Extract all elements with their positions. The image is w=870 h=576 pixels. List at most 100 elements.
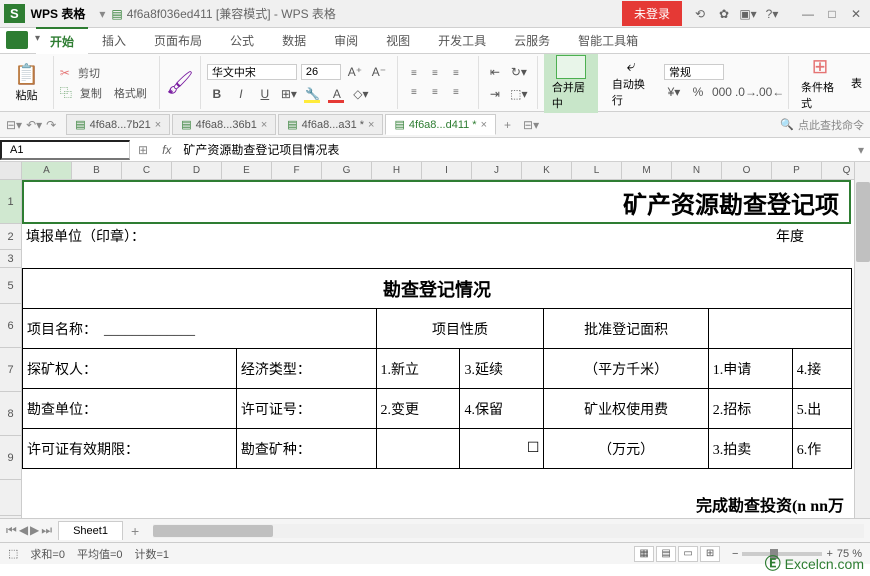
- bold-button[interactable]: B: [207, 84, 227, 104]
- nav-redo-icon[interactable]: ↷: [46, 118, 56, 132]
- dropdown-icon[interactable]: ▾: [93, 7, 111, 21]
- col-header[interactable]: J: [472, 162, 522, 179]
- cell-opt-jie[interactable]: 4.接: [792, 349, 851, 389]
- percent-button[interactable]: %: [688, 82, 708, 102]
- col-header[interactable]: I: [422, 162, 472, 179]
- help-icon[interactable]: ?▾: [762, 4, 782, 24]
- decrease-decimal-button[interactable]: .00←: [760, 82, 780, 102]
- cell-project-name[interactable]: 项目名称： _____________: [23, 309, 377, 349]
- underline-button[interactable]: U: [255, 84, 275, 104]
- close-icon[interactable]: ×: [481, 119, 487, 131]
- col-header[interactable]: D: [172, 162, 222, 179]
- formula-input[interactable]: 矿产资源勘查登记项目情况表: [177, 139, 852, 160]
- sheet-nav-first[interactable]: ⏮: [6, 523, 17, 538]
- skin-icon[interactable]: ▣▾: [738, 4, 758, 24]
- clear-format-button[interactable]: ◇▾: [351, 84, 371, 104]
- col-header[interactable]: G: [322, 162, 372, 179]
- align-mid-left[interactable]: ≡: [404, 83, 424, 101]
- decrease-font-button[interactable]: A⁻: [369, 62, 389, 82]
- col-header[interactable]: Q: [822, 162, 854, 179]
- nav-prev-icon[interactable]: ⊟▾: [6, 118, 22, 132]
- align-mid-center[interactable]: ≡: [425, 83, 445, 101]
- hscroll-thumb[interactable]: [153, 525, 273, 537]
- row-header-10[interactable]: [0, 480, 21, 516]
- cell-checkbox[interactable]: ☐: [460, 429, 544, 469]
- add-doc-tab-button[interactable]: +: [498, 116, 517, 134]
- cell-opt-continue[interactable]: 3.延续: [460, 349, 544, 389]
- format-painter-button[interactable]: 格式刷: [110, 84, 151, 102]
- align-top-left[interactable]: ≡: [404, 64, 424, 82]
- row-header-2[interactable]: 2: [0, 224, 21, 250]
- cell-econ-type[interactable]: 经济类型：: [236, 349, 376, 389]
- fill-color-button[interactable]: 🔧: [303, 84, 323, 104]
- row-header-1[interactable]: 1: [0, 180, 21, 224]
- font-size-select[interactable]: [301, 64, 341, 80]
- name-manager-icon[interactable]: ⊞: [138, 143, 148, 157]
- tab-smart-toolbox[interactable]: 智能工具箱: [564, 28, 652, 53]
- tab-view[interactable]: 视图: [372, 28, 424, 53]
- font-family-select[interactable]: [207, 64, 297, 80]
- row-header-5[interactable]: 5: [0, 268, 21, 304]
- cell-license-no[interactable]: 许可证号：: [236, 389, 376, 429]
- settings-icon[interactable]: ✿: [714, 4, 734, 24]
- col-header[interactable]: N: [672, 162, 722, 179]
- sheet-main[interactable]: A B C D E F G H I J K L M N O P Q 矿产资源勘查…: [22, 162, 854, 518]
- row-header-7[interactable]: 7: [0, 348, 21, 392]
- col-header[interactable]: L: [572, 162, 622, 179]
- orientation-button[interactable]: ↻▾: [509, 62, 529, 82]
- col-header[interactable]: P: [772, 162, 822, 179]
- cell-survey-unit[interactable]: 勘查单位：: [23, 389, 237, 429]
- doc-tab-4[interactable]: ▤4f6a8...d411 *×: [385, 114, 496, 135]
- font-color-button[interactable]: A: [327, 84, 347, 104]
- copy-button[interactable]: 复制: [76, 84, 106, 102]
- doc-tab-1[interactable]: ▤4f6a8...7b21×: [66, 114, 170, 135]
- comma-button[interactable]: 000: [712, 82, 732, 102]
- vertical-scrollbar[interactable]: [854, 162, 870, 518]
- view-page-button[interactable]: ▤: [656, 546, 676, 562]
- close-button[interactable]: ✕: [846, 4, 866, 24]
- tab-review[interactable]: 审阅: [320, 28, 372, 53]
- doc-tab-3[interactable]: ▤4f6a8...a31 *×: [278, 114, 383, 135]
- align-top-right[interactable]: ≡: [446, 64, 466, 82]
- tab-home[interactable]: 开始: [36, 27, 88, 54]
- merge-center-button[interactable]: 合并居中: [544, 53, 598, 113]
- nav-undo-icon[interactable]: ↶▾: [26, 118, 42, 132]
- tab-formula[interactable]: 公式: [216, 28, 268, 53]
- fx-icon[interactable]: fx: [156, 143, 177, 157]
- form-title[interactable]: 矿产资源勘查登记项: [22, 180, 851, 224]
- cell-opt-apply[interactable]: 1.申请: [708, 349, 792, 389]
- formula-bar-expand-icon[interactable]: ▾: [852, 143, 870, 157]
- maximize-button[interactable]: □: [822, 4, 842, 24]
- col-header[interactable]: O: [722, 162, 772, 179]
- view-break-button[interactable]: ▭: [678, 546, 698, 562]
- increase-font-button[interactable]: A⁺: [345, 62, 365, 82]
- select-all-corner[interactable]: [0, 162, 21, 180]
- status-links-icon[interactable]: ⬚: [8, 547, 18, 560]
- row-header-8[interactable]: 8: [0, 392, 21, 436]
- cell-opt-new[interactable]: 1.新立: [376, 349, 460, 389]
- increase-decimal-button[interactable]: .0→: [736, 82, 756, 102]
- sheet-nav-prev[interactable]: ◀: [19, 523, 28, 538]
- close-icon[interactable]: ×: [155, 119, 161, 131]
- zoom-out-button[interactable]: −: [732, 548, 738, 560]
- cell-empty[interactable]: [376, 429, 460, 469]
- border-button[interactable]: ⊞▾: [279, 84, 299, 104]
- col-header[interactable]: C: [122, 162, 172, 179]
- cell-style-button[interactable]: 表: [851, 75, 862, 91]
- tab-data[interactable]: 数据: [268, 28, 320, 53]
- auto-wrap-button[interactable]: ⤶ 自动换行: [604, 52, 658, 114]
- row-header-9[interactable]: 9: [0, 436, 21, 480]
- login-button[interactable]: 未登录: [622, 1, 682, 26]
- cell-opt-chu[interactable]: 5.出: [792, 389, 851, 429]
- sheet-nav-last[interactable]: ⏭: [41, 523, 52, 538]
- row-header-6[interactable]: 6: [0, 304, 21, 348]
- minimize-button[interactable]: ―: [798, 4, 818, 24]
- col-header[interactable]: F: [272, 162, 322, 179]
- view-normal-button[interactable]: ▦: [634, 546, 654, 562]
- wps-menu-icon[interactable]: [6, 31, 28, 49]
- cell-opt-auction[interactable]: 3.拍卖: [708, 429, 792, 469]
- format-painter-icon[interactable]: 🖌: [166, 70, 194, 96]
- currency-button[interactable]: ¥▾: [664, 82, 684, 102]
- col-header[interactable]: B: [72, 162, 122, 179]
- conditional-format-button[interactable]: ⊞ 条件格式: [795, 52, 845, 113]
